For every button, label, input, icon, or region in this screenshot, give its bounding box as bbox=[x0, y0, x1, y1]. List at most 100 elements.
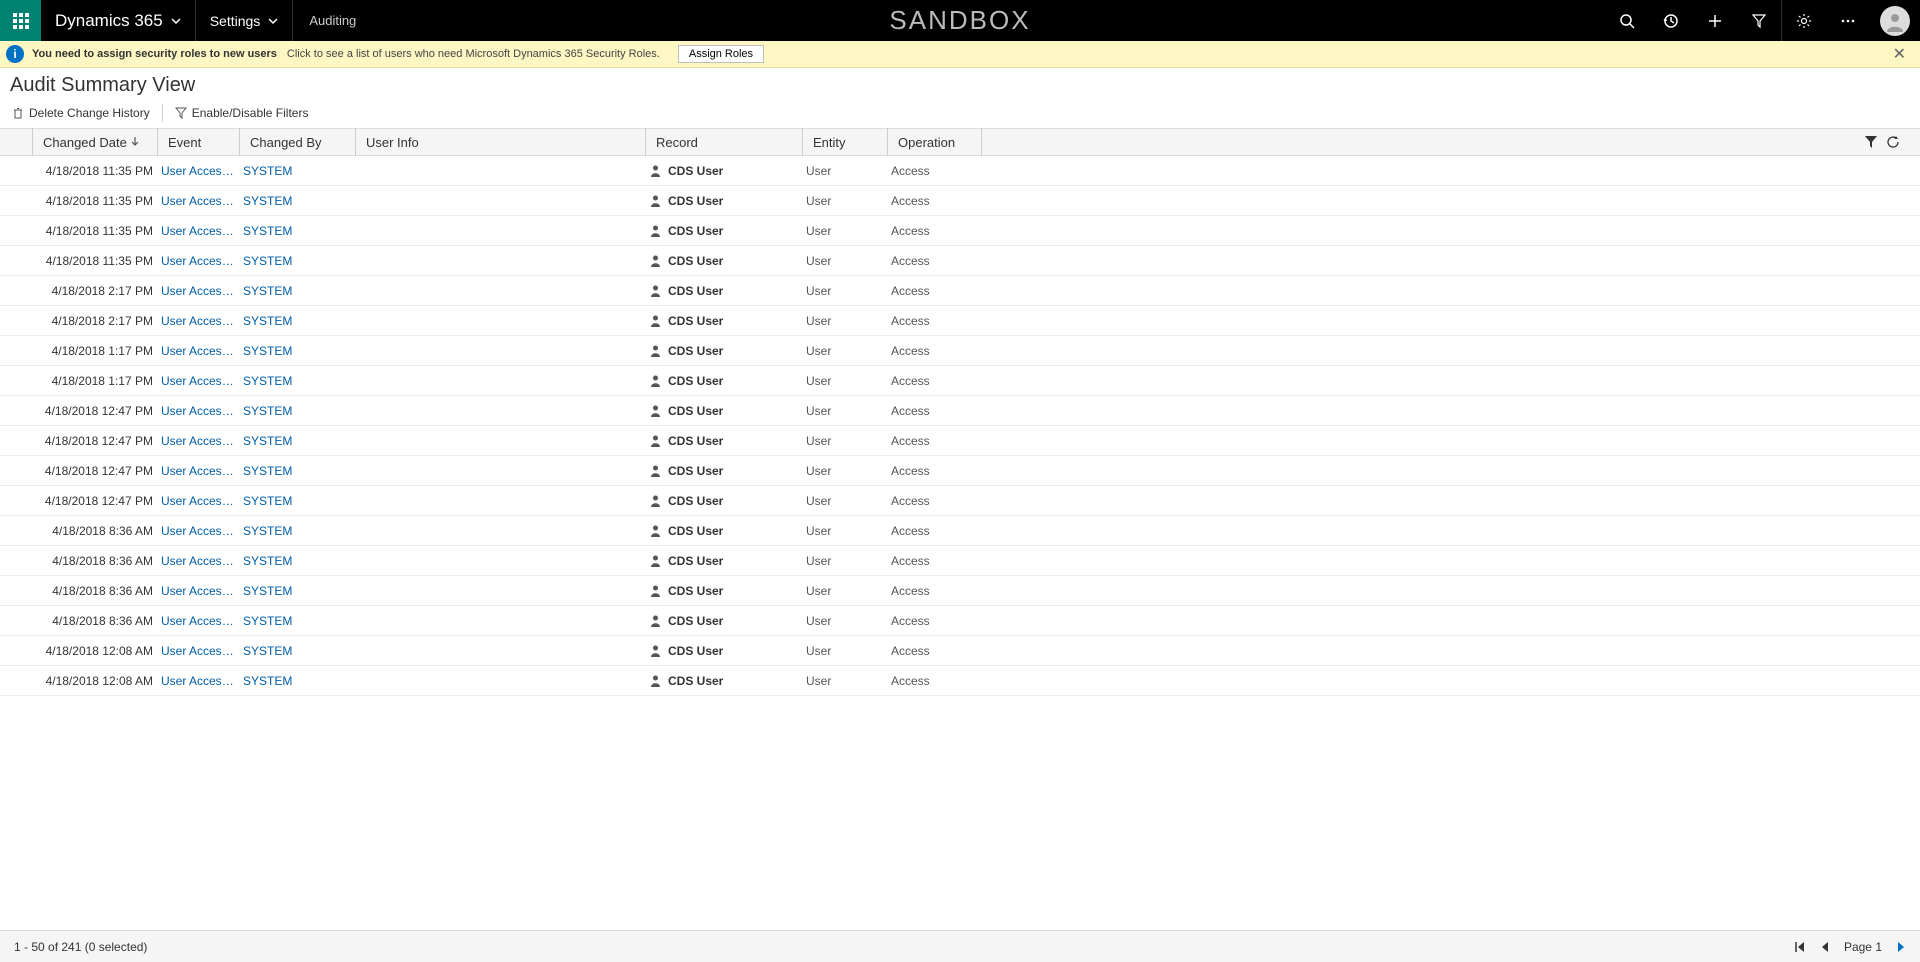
changed-by-link[interactable]: SYSTEM bbox=[243, 614, 292, 628]
pager-first-button[interactable] bbox=[1794, 941, 1806, 953]
person-icon bbox=[649, 614, 662, 627]
event-link[interactable]: User Access v... bbox=[161, 434, 239, 448]
delete-change-history-button[interactable]: Delete Change History bbox=[6, 104, 156, 122]
delete-change-history-label: Delete Change History bbox=[29, 106, 150, 120]
event-link[interactable]: User Access v... bbox=[161, 374, 239, 388]
cell-event: User Access v... bbox=[157, 554, 239, 568]
grid-filter-icon[interactable] bbox=[1864, 135, 1878, 149]
col-operation[interactable]: Operation bbox=[887, 128, 982, 156]
event-link[interactable]: User Access v... bbox=[161, 194, 239, 208]
cell-changed-date: 4/18/2018 12:08 AM bbox=[32, 644, 157, 658]
cell-event: User Access v... bbox=[157, 674, 239, 688]
user-avatar[interactable] bbox=[1880, 6, 1910, 36]
event-link[interactable]: User Access v... bbox=[161, 284, 239, 298]
event-link[interactable]: User Access v... bbox=[161, 674, 239, 688]
assign-roles-button[interactable]: Assign Roles bbox=[678, 45, 764, 63]
enable-disable-filters-button[interactable]: Enable/Disable Filters bbox=[169, 104, 315, 122]
brand-label: Dynamics 365 bbox=[55, 11, 163, 31]
changed-by-link[interactable]: SYSTEM bbox=[243, 554, 292, 568]
changed-by-link[interactable]: SYSTEM bbox=[243, 434, 292, 448]
cell-entity: User bbox=[802, 524, 887, 538]
event-link[interactable]: User Access v... bbox=[161, 344, 239, 358]
more-button[interactable] bbox=[1826, 0, 1870, 41]
col-event[interactable]: Event bbox=[157, 128, 239, 156]
advanced-find-button[interactable] bbox=[1737, 0, 1781, 41]
cell-changed-by: SYSTEM bbox=[239, 253, 355, 268]
table-row[interactable]: 4/18/2018 12:47 PMUser Access v...SYSTEM… bbox=[0, 456, 1920, 486]
event-link[interactable]: User Access v... bbox=[161, 314, 239, 328]
changed-by-link[interactable]: SYSTEM bbox=[243, 344, 292, 358]
table-row[interactable]: 4/18/2018 2:17 PMUser Access v...SYSTEMC… bbox=[0, 276, 1920, 306]
changed-by-link[interactable]: SYSTEM bbox=[243, 584, 292, 598]
col-entity[interactable]: Entity bbox=[802, 128, 887, 156]
table-row[interactable]: 4/18/2018 12:47 PMUser Access v...SYSTEM… bbox=[0, 426, 1920, 456]
recent-button[interactable] bbox=[1649, 0, 1693, 41]
table-row[interactable]: 4/18/2018 11:35 PMUser Access v...SYSTEM… bbox=[0, 156, 1920, 186]
changed-by-link[interactable]: SYSTEM bbox=[243, 404, 292, 418]
table-row[interactable]: 4/18/2018 12:47 PM User Access v... SYSTEM… bbox=[0, 486, 1920, 516]
event-link[interactable]: User Access v... bbox=[161, 164, 239, 178]
table-row[interactable]: 4/18/2018 8:36 AMUser Access v...SYSTEMC… bbox=[0, 516, 1920, 546]
pager-prev-button[interactable] bbox=[1820, 941, 1830, 953]
table-row[interactable]: 4/18/2018 11:35 PMUser Access v...SYSTEM… bbox=[0, 246, 1920, 276]
changed-by-link[interactable]: SYSTEM bbox=[243, 164, 292, 178]
table-row[interactable]: 4/18/2018 11:35 PMUser Access v...SYSTEM… bbox=[0, 216, 1920, 246]
changed-by-link[interactable]: SYSTEM bbox=[243, 524, 292, 538]
event-link[interactable]: User Access v... bbox=[161, 554, 239, 568]
event-link[interactable]: User Access v... bbox=[161, 224, 239, 238]
changed-by-link[interactable]: SYSTEM bbox=[243, 194, 292, 208]
grid-refresh-icon[interactable] bbox=[1886, 135, 1900, 149]
search-button[interactable] bbox=[1605, 0, 1649, 41]
changed-by-link[interactable]: SYSTEM bbox=[243, 224, 292, 238]
table-row[interactable]: 4/18/2018 8:36 AMUser Access v...SYSTEMC… bbox=[0, 606, 1920, 636]
cell-event: User Access v... bbox=[157, 374, 239, 388]
trash-icon bbox=[12, 107, 24, 119]
app-launcher-button[interactable] bbox=[0, 0, 41, 41]
table-row[interactable]: 4/18/2018 8:36 AMUser Access v...SYSTEMC… bbox=[0, 576, 1920, 606]
changed-by-link[interactable]: SYSTEM bbox=[243, 674, 292, 688]
cell-changed-date: 4/18/2018 12:47 PM bbox=[32, 494, 157, 508]
table-row[interactable]: 4/18/2018 12:08 AM User Access v... SYSTEM… bbox=[0, 636, 1920, 666]
cell-event: User Access v... bbox=[157, 584, 239, 598]
event-link[interactable]: User Access v... bbox=[161, 464, 239, 478]
event-link[interactable]: User Access v... bbox=[161, 584, 239, 598]
close-notification-button[interactable]: ✕ bbox=[1885, 44, 1914, 64]
cell-operation: Access bbox=[887, 524, 982, 538]
event-link[interactable]: User Access v... bbox=[161, 614, 239, 628]
changed-by-link[interactable]: SYSTEM bbox=[243, 284, 292, 298]
settings-gear-button[interactable] bbox=[1782, 0, 1826, 41]
brand-menu[interactable]: Dynamics 365 bbox=[41, 0, 196, 41]
chevron-down-icon bbox=[171, 16, 181, 26]
table-row[interactable]: 4/18/2018 1:17 PMUser Access v...SYSTEMC… bbox=[0, 366, 1920, 396]
col-changed-by[interactable]: Changed By bbox=[239, 128, 355, 156]
settings-menu[interactable]: Settings bbox=[196, 0, 294, 41]
new-record-button[interactable] bbox=[1693, 0, 1737, 41]
cell-entity: User bbox=[802, 644, 887, 658]
cell-changed-by: SYSTEM bbox=[239, 313, 355, 328]
changed-by-link[interactable]: SYSTEM bbox=[243, 494, 292, 508]
table-row[interactable]: 4/18/2018 12:08 AMUser Access v...SYSTEM… bbox=[0, 666, 1920, 696]
col-changed-date[interactable]: Changed Date bbox=[32, 128, 157, 156]
col-operation-label: Operation bbox=[898, 135, 955, 150]
changed-by-link[interactable]: SYSTEM bbox=[243, 314, 292, 328]
col-user-info[interactable]: User Info bbox=[355, 128, 645, 156]
table-row[interactable]: 4/18/2018 12:47 PMUser Access v...SYSTEM… bbox=[0, 396, 1920, 426]
table-row[interactable]: 4/18/2018 8:36 AMUser Access v...SYSTEMC… bbox=[0, 546, 1920, 576]
changed-by-link[interactable]: SYSTEM bbox=[243, 254, 292, 268]
changed-by-link[interactable]: SYSTEM bbox=[243, 644, 292, 658]
table-row[interactable]: 4/18/2018 2:17 PMUser Access v...SYSTEMC… bbox=[0, 306, 1920, 336]
event-link[interactable]: User Access v... bbox=[161, 254, 239, 268]
table-row[interactable]: 4/18/2018 11:35 PMUser Access v...SYSTEM… bbox=[0, 186, 1920, 216]
cell-record: CDS User bbox=[645, 674, 802, 688]
changed-by-link[interactable]: SYSTEM bbox=[243, 374, 292, 388]
pager-next-button[interactable] bbox=[1896, 941, 1906, 953]
col-record[interactable]: Record bbox=[645, 128, 802, 156]
changed-by-link[interactable]: SYSTEM bbox=[243, 464, 292, 478]
cell-changed-by: SYSTEM bbox=[239, 613, 355, 628]
event-link[interactable]: User Access v... bbox=[161, 524, 239, 538]
event-link[interactable]: User Access v... bbox=[161, 404, 239, 418]
event-link[interactable]: User Access v... bbox=[161, 494, 239, 508]
event-link[interactable]: User Access v... bbox=[161, 644, 239, 658]
table-row[interactable]: 4/18/2018 1:17 PMUser Access v...SYSTEMC… bbox=[0, 336, 1920, 366]
breadcrumb-area[interactable]: Auditing bbox=[293, 13, 372, 28]
